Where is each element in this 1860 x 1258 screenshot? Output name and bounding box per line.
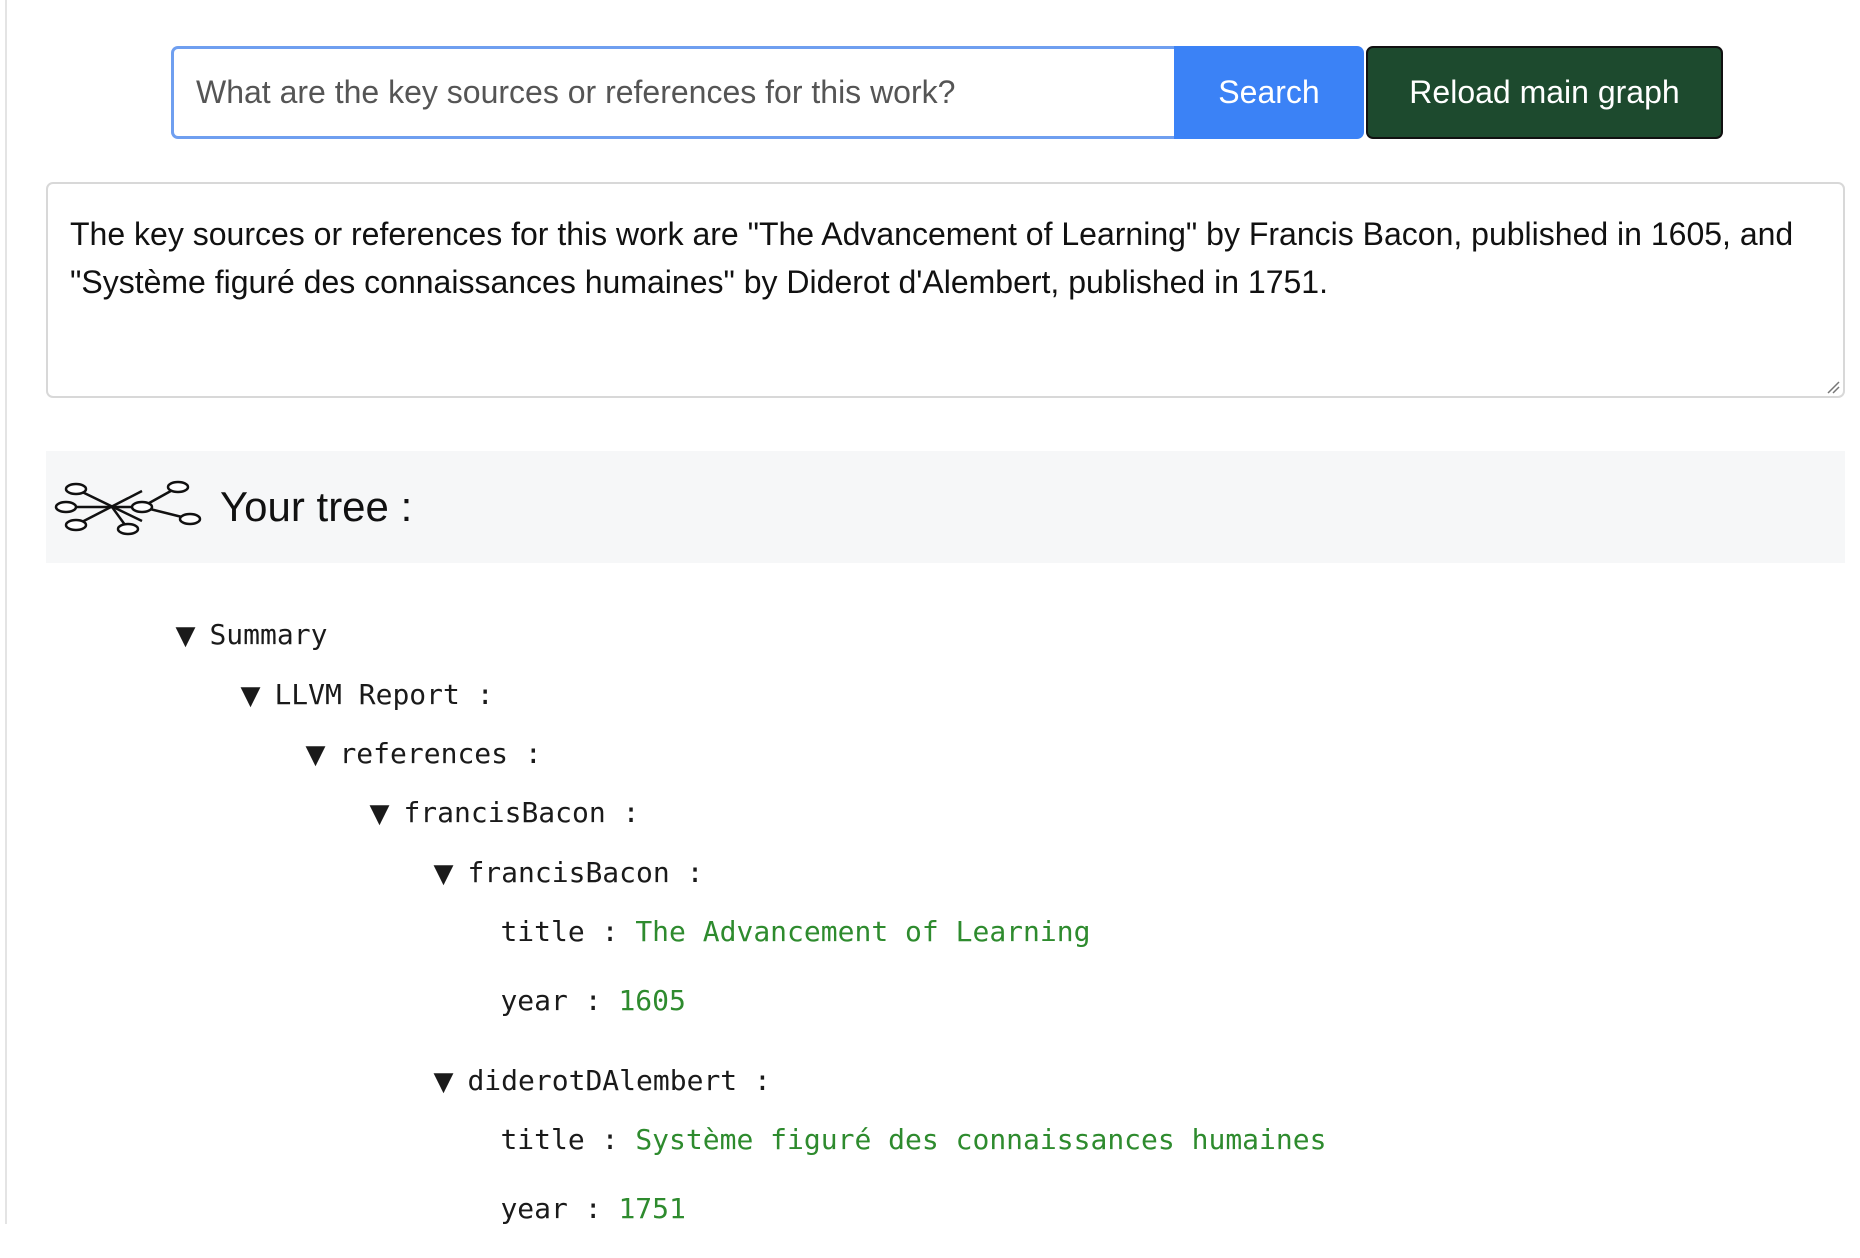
tree-header: Your tree : <box>46 451 1845 563</box>
leaf-value: 1751 <box>618 1192 686 1225</box>
tree-separator: : <box>567 984 602 1017</box>
answer-textarea[interactable]: The key sources or references for this w… <box>46 182 1845 398</box>
tree-separator: : <box>567 1192 602 1225</box>
resize-handle-icon[interactable] <box>1826 380 1840 394</box>
search-button[interactable]: Search <box>1174 46 1364 139</box>
leaf-value: The Advancement of Learning <box>635 915 1091 948</box>
leaf-key: title <box>500 1123 585 1156</box>
tree-title: Your tree : <box>220 483 413 530</box>
leaf-key: year <box>500 984 568 1017</box>
leaf-key: year <box>500 1192 568 1225</box>
search-bar: Search Reload main graph <box>171 46 1723 139</box>
leaf-value: 1605 <box>618 984 686 1017</box>
reload-main-graph-button[interactable]: Reload main graph <box>1366 46 1723 139</box>
leaf-value: Système figuré des connaissances humaine… <box>635 1123 1327 1156</box>
tree-separator: : <box>584 915 619 948</box>
tree-graph-icon <box>54 480 202 536</box>
left-border <box>5 0 7 1224</box>
tree-leaf-diderot-year: year : 1751 <box>433 1159 686 1258</box>
search-input[interactable] <box>171 46 1174 139</box>
leaf-key: title <box>500 915 585 948</box>
tree-separator: : <box>584 1123 619 1156</box>
